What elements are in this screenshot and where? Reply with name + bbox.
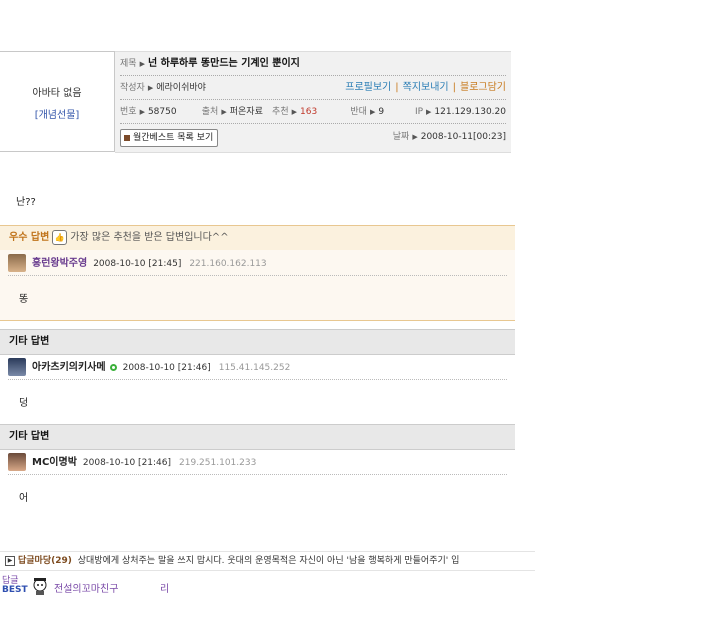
user-name[interactable]: 홍런왕박주영 — [32, 258, 87, 269]
separator: | — [452, 82, 456, 93]
separator: | — [395, 82, 399, 93]
cartoon-avatar-icon — [32, 577, 48, 595]
timestamp: 2008-10-10 [21:45] — [93, 259, 182, 269]
post-number: 58750 — [147, 107, 177, 117]
arrow-icon: ▶ — [426, 108, 432, 116]
reply-section-bar: ▶ 답글마당(29) 상대방에게 상처주는 말을 쓰지 맙시다. 웃대의 운영목적… — [0, 551, 535, 571]
reply-notice: 상대방에게 상처주는 말을 쓰지 맙시다. 웃대의 운영목적은 자신이 아닌 '… — [77, 556, 460, 566]
title-row: 제목 ▶ 넌 하루하루 똥만드는 기계인 뿐이지 — [120, 53, 506, 76]
date-label: 날짜 — [392, 132, 410, 142]
gift-link[interactable]: [개념선물] — [0, 106, 114, 121]
reply-meta: 아카츠키의키사메 2008-10-10 [21:46] 115.41.145.252 — [8, 357, 507, 380]
reply-text: 어 — [19, 493, 29, 504]
other-answer-header: 기타 답변 — [0, 424, 515, 450]
author-name[interactable]: 에라이쉬바야 — [156, 83, 206, 93]
recommend-count: 163 — [300, 107, 318, 117]
ip-address: 221.160.162.113 — [189, 259, 267, 269]
author-row: 작성자 ▶ 에라이쉬바야 프로필보기 | 쪽지보내기 | 블로그담기 — [120, 77, 506, 100]
no-avatar-text: 아바타 없음 — [32, 88, 82, 99]
stats-row: 번호 ▶ 58750 출처 ▶ 퍼온자료 추천 ▶ 163 반대 ▶ 9 IP ▶ 121.129.… — [120, 101, 506, 124]
best-reply-user[interactable]: 전설의꼬마친구 — [54, 580, 118, 595]
arrow-icon: ▶ — [139, 108, 145, 116]
post-date: 2008-10-11[00:23] — [420, 132, 506, 142]
best-reply-text[interactable]: 리 — [160, 580, 169, 595]
reply-section-label[interactable]: 답글마당(29) — [18, 556, 72, 566]
arrow-icon: ▶ — [147, 84, 154, 92]
monthly-best-label: 월간베스트 목록 보기 — [133, 133, 214, 143]
title-label: 제목 — [120, 59, 137, 69]
arrow-icon: ▶ — [369, 108, 376, 116]
date-row: 날짜 ▶ 2008-10-11[00:23] — [393, 126, 506, 148]
author-label: 작성자 — [120, 83, 145, 93]
post-info-panel: 제목 ▶ 넌 하루하루 똥만드는 기계인 뿐이지 작성자 ▶ 에라이쉬바야 프로필보기 |… — [115, 51, 511, 153]
user-name[interactable]: 아카츠키의키사메 — [32, 362, 106, 373]
ip-label: IP — [414, 107, 424, 117]
user-name[interactable]: MC이명박 — [32, 457, 77, 468]
source-label: 출처 — [201, 107, 219, 117]
other-answer-label: 기타 답변 — [9, 431, 50, 442]
best-answer-meta: 홍런왕박주영 2008-10-10 [21:45] 221.160.162.113 — [8, 253, 507, 276]
oppose-label: 반대 — [350, 107, 367, 117]
best-answer-desc: 가장 많은 추천을 받은 답변입니다^^ — [70, 232, 229, 243]
expand-icon[interactable]: ▶ — [5, 555, 15, 566]
best-answer-header: 우수 답변 👍 가장 많은 추천을 받은 답변입니다^^ — [0, 225, 515, 251]
arrow-icon: ▶ — [139, 60, 145, 68]
oppose-count: 9 — [378, 107, 385, 117]
avatar[interactable] — [8, 254, 26, 272]
square-icon — [124, 134, 130, 141]
arrow-icon: ▶ — [221, 108, 227, 116]
other-answer-block: MC이명박 2008-10-10 [21:46] 219.251.101.233 어 — [0, 449, 515, 524]
timestamp: 2008-10-10 [21:46] — [82, 458, 172, 468]
ip-address: 219.251.101.233 — [179, 458, 257, 468]
other-answer-label: 기타 답변 — [9, 336, 50, 347]
message-link[interactable]: 쪽지보내기 — [403, 82, 449, 93]
arrow-icon: ▶ — [291, 108, 297, 116]
reply-text: 똥 — [19, 294, 29, 305]
reply-text: 덩 — [19, 398, 29, 409]
post-ip: 121.129.130.20 — [434, 107, 506, 117]
arrow-icon: ▶ — [412, 133, 418, 141]
avatar[interactable] — [8, 453, 26, 471]
num-label: 번호 — [120, 107, 137, 117]
online-icon — [109, 363, 117, 371]
profile-link[interactable]: 프로필보기 — [345, 82, 391, 93]
post-title: 넌 하루하루 똥만드는 기계인 뿐이지 — [147, 58, 300, 69]
reply-best-logo: 답글 BEST — [2, 577, 28, 595]
best-logo-bottom: BEST — [2, 585, 28, 595]
avatar[interactable] — [8, 358, 26, 376]
other-answer-block: 아카츠키의키사메 2008-10-10 [21:46] 115.41.145.252… — [0, 354, 515, 429]
blog-link[interactable]: 블로그담기 — [460, 82, 506, 93]
timestamp: 2008-10-10 [21:46] — [122, 363, 211, 373]
post-source: 퍼온자료 — [229, 107, 263, 117]
post-body: 난?? — [16, 197, 36, 208]
other-answer-header: 기타 답변 — [0, 329, 515, 355]
thumbs-up-icon: 👍 — [52, 229, 68, 245]
best-answer-label: 우수 답변 — [9, 232, 50, 243]
ip-address: 115.41.145.252 — [218, 363, 291, 373]
recommend-label: 추천 — [272, 107, 289, 117]
monthly-best-button[interactable]: 월간베스트 목록 보기 — [120, 129, 219, 147]
reply-meta: MC이명박 2008-10-10 [21:46] 219.251.101.233 — [8, 452, 507, 475]
best-answer-body: 홍런왕박주영 2008-10-10 [21:45] 221.160.162.113 … — [0, 250, 515, 321]
avatar-box: 아바타 없음 [개념선물] — [0, 51, 115, 152]
